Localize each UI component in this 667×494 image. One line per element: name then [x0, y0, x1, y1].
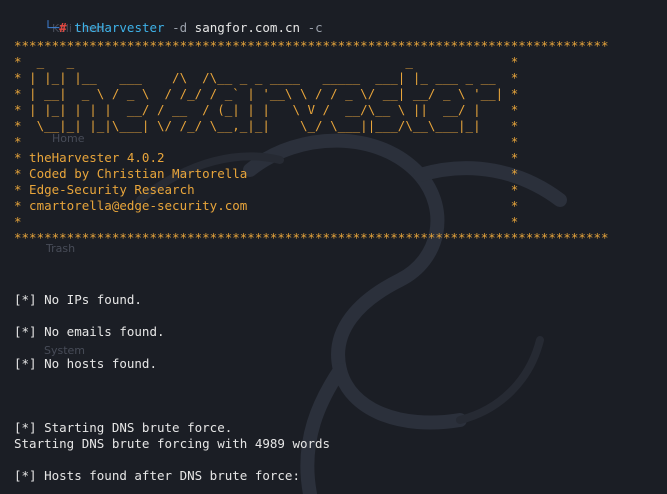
- command-flag: -c: [307, 20, 323, 35]
- prompt-corner-icon: └─: [44, 20, 60, 35]
- prompt-line: └─# theHarvester -d sangfor.com.cn -c: [14, 4, 323, 35]
- command-name: theHarvester: [74, 20, 165, 35]
- banner-ascii-line: * \__|_| |_|\___| \/ /_/ \__,_|_| \_/ \_…: [14, 118, 519, 133]
- command-flag: -d: [172, 20, 188, 35]
- output-no-hosts: [*] No hosts found.: [14, 356, 157, 371]
- banner-blank-line: * *: [14, 134, 519, 149]
- banner-info-line: * Coded by Christian Martorella *: [14, 166, 519, 181]
- banner-blank-line: * *: [14, 214, 519, 229]
- banner-info-line: * theHarvester 4.0.2 *: [14, 150, 519, 165]
- command-domain: sangfor.com.cn: [194, 20, 301, 35]
- banner-ascii-line: * | __| _ \ / _ \ / /_/ / _` | '__\ \ / …: [14, 86, 519, 101]
- banner-border-bottom: ****************************************…: [14, 230, 609, 245]
- banner-ascii-line: * | |_| |__ ___ /\ /\__ _ _ ____ _____ _…: [14, 70, 519, 85]
- banner-ascii-line: * _ _ _ *: [14, 54, 519, 69]
- output-hosts-after: [*] Hosts found after DNS brute force:: [14, 468, 300, 483]
- banner-border-top: ****************************************…: [14, 38, 609, 53]
- banner-info-line: * cmartorella@edge-security.com *: [14, 198, 519, 213]
- output-dns-start: [*] Starting DNS brute force.: [14, 420, 233, 435]
- banner-ascii-line: * | |_| | | | __/ / __ / (_| | | \ V / _…: [14, 102, 519, 117]
- prompt-symbol: #: [59, 20, 67, 35]
- output-dns-wordcount: Starting DNS brute forcing with 4989 wor…: [14, 436, 331, 451]
- banner-info-line: * Edge-Security Research *: [14, 182, 519, 197]
- output-no-emails: [*] No emails found.: [14, 324, 165, 339]
- terminal-window[interactable]: └─# theHarvester -d sangfor.com.cn -c **…: [0, 0, 667, 494]
- output-no-ips: [*] No IPs found.: [14, 292, 142, 307]
